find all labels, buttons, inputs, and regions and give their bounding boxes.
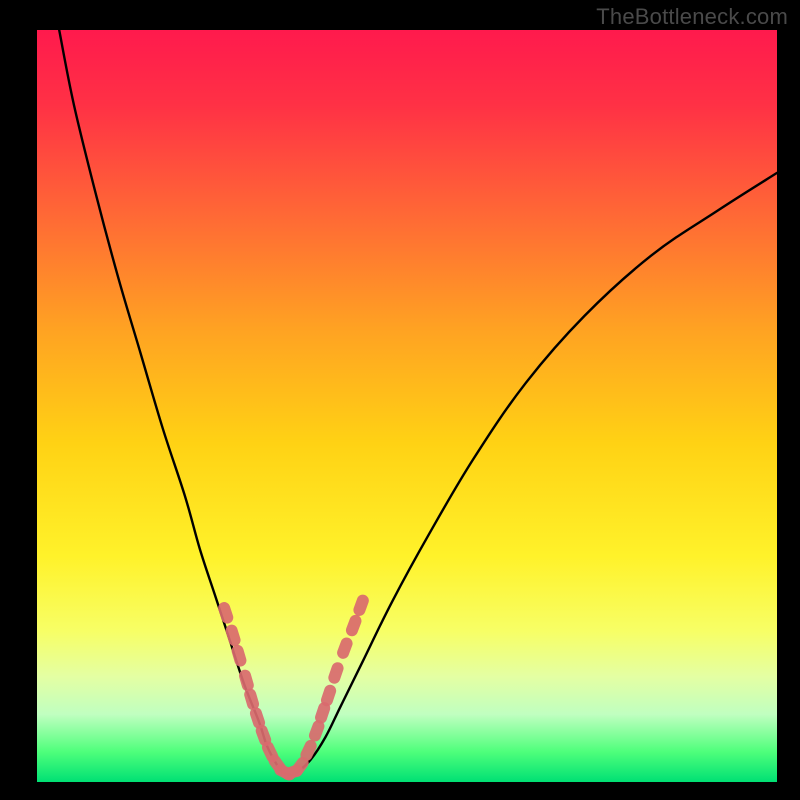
highlight-marker [335,636,354,661]
highlight-marker [352,593,371,618]
plot-area [37,30,777,782]
watermark-text: TheBottleneck.com [596,4,788,30]
highlight-marker [344,613,363,638]
highlight-marker [224,623,242,648]
highlight-band [217,593,371,782]
chart-frame: TheBottleneck.com [0,0,800,800]
highlight-marker [327,661,346,686]
highlight-marker [217,600,235,625]
bottleneck-curve [59,30,777,775]
chart-svg [37,30,777,782]
